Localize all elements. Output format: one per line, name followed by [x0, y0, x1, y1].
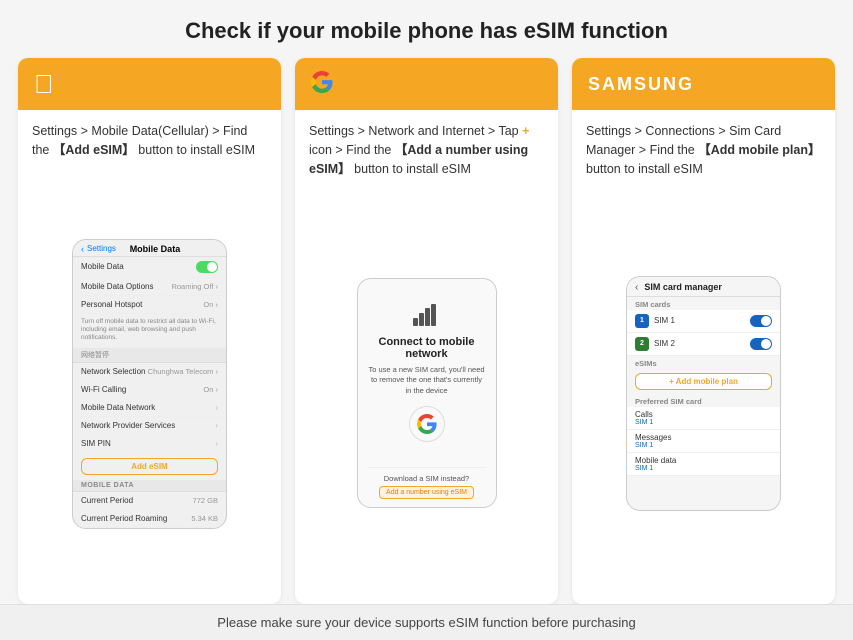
messages-label: Messages — [635, 433, 772, 442]
network-section-header: 网络暂停 — [73, 348, 226, 363]
connect-title: Connect to mobile network — [368, 336, 486, 360]
apple-screen-area: ‹ Settings Mobile Data Mobile Data Mobil… — [18, 168, 281, 605]
mobile-data-options-label: Mobile Data Options — [81, 282, 153, 291]
add-mobile-plan-button[interactable]: + Add mobile plan — [635, 373, 772, 390]
samsung-topbar: ‹ SIM card manager — [627, 277, 780, 297]
add-esim-button[interactable]: Add eSIM — [81, 458, 218, 475]
network-selection-label: Network Selection — [81, 367, 145, 376]
apple-card:  Settings > Mobile Data(Cellular) > Fin… — [18, 58, 281, 604]
sim-cards-section-header: SIM cards — [627, 297, 780, 310]
mobile-data-options-value: Roaming Off › — [171, 282, 218, 291]
mobile-data-section-title: MOBILE DATA — [73, 480, 226, 492]
add-number-using-esim-button[interactable]: Add a number using eSIM — [379, 486, 474, 499]
mobile-data-item: Mobile Data — [73, 257, 226, 278]
download-sim-text: Download a SIM instead? — [384, 474, 469, 483]
apple-card-header:  — [18, 58, 281, 110]
google-logo-circle — [409, 406, 445, 442]
sim-pin-arrow: › — [215, 439, 218, 448]
samsung-brand-text: SAMSUNG — [588, 74, 694, 95]
current-period-roaming-item: Current Period Roaming 5.34 KB — [73, 510, 226, 528]
info-text: Turn off mobile data to restrict all dat… — [81, 318, 218, 343]
cards-container:  Settings > Mobile Data(Cellular) > Fin… — [0, 58, 853, 604]
footer-text: Please make sure your device supports eS… — [217, 615, 635, 630]
google-phone-mockup: Connect to mobile network To use a new S… — [357, 278, 497, 508]
mobile-data-preferred-label: Mobile data — [635, 456, 772, 465]
current-period-roaming-value: 5.34 KB — [191, 514, 218, 523]
messages-sublabel: SIM 1 — [635, 442, 772, 449]
google-screen-area: Connect to mobile network To use a new S… — [295, 186, 558, 604]
network-provider-label: Network Provider Services — [81, 421, 175, 430]
mobile-data-network-label: Mobile Data Network — [81, 403, 155, 412]
network-provider-item: Network Provider Services › — [73, 417, 226, 435]
calls-label: Calls — [635, 410, 772, 419]
personal-hotspot-value: On › — [203, 300, 218, 309]
samsung-back-arrow-icon: ‹ — [635, 282, 638, 293]
sim1-icon: 1 — [635, 314, 649, 328]
wifi-calling-item: Wi-Fi Calling On › — [73, 381, 226, 399]
messages-preferred-item: Messages SIM 1 — [627, 430, 780, 453]
apple-phone-mockup: ‹ Settings Mobile Data Mobile Data Mobil… — [72, 239, 227, 529]
sim2-item: 2 SIM 2 — [627, 333, 780, 356]
sim-pin-label: SIM PIN — [81, 439, 111, 448]
apple-topbar: ‹ Settings Mobile Data — [73, 240, 226, 257]
mobile-data-network-arrow: › — [215, 403, 218, 412]
google-card-header — [295, 58, 558, 110]
sim1-toggle[interactable] — [750, 315, 772, 327]
mobile-data-options-item: Mobile Data Options Roaming Off › — [73, 278, 226, 296]
calls-sublabel: SIM 1 — [635, 419, 772, 426]
google-download-area: Download a SIM instead? Add a number usi… — [368, 467, 486, 499]
mobile-data-preferred-sublabel: SIM 1 — [635, 465, 772, 472]
preferred-sim-section-header: Preferred SIM card — [627, 394, 780, 407]
current-period-label: Current Period — [81, 496, 133, 505]
current-period-item: Current Period 772 GB — [73, 492, 226, 510]
signal-bars-icon — [413, 302, 441, 332]
sim1-item: 1 SIM 1 — [627, 310, 780, 333]
samsung-card-desc: Settings > Connections > Sim Card Manage… — [572, 110, 835, 186]
mobile-data-toggle[interactable] — [196, 261, 218, 273]
back-label: Settings — [87, 244, 116, 253]
samsung-card: SAMSUNG Settings > Connections > Sim Car… — [572, 58, 835, 604]
sim1-row: 1 SIM 1 — [635, 314, 675, 328]
sim2-icon: 2 — [635, 337, 649, 351]
network-selection-value: Chunghwa Telecom › — [148, 367, 218, 376]
google-icon — [311, 71, 333, 98]
wifi-calling-label: Wi-Fi Calling — [81, 385, 126, 394]
samsung-phone-mockup: ‹ SIM card manager SIM cards 1 SIM 1 2 S… — [626, 276, 781, 511]
mobile-data-network-item: Mobile Data Network › — [73, 399, 226, 417]
apple-page-title: Mobile Data — [130, 244, 181, 254]
sim2-row: 2 SIM 2 — [635, 337, 675, 351]
current-period-roaming-label: Current Period Roaming — [81, 514, 167, 523]
esims-section-header: eSIMs — [627, 356, 780, 369]
page-title: Check if your mobile phone has eSIM func… — [185, 0, 668, 58]
samsung-screen-area: ‹ SIM card manager SIM cards 1 SIM 1 2 S… — [572, 186, 835, 604]
current-period-value: 772 GB — [193, 496, 218, 505]
apple-icon:  — [34, 69, 54, 100]
info-text-item: Turn off mobile data to restrict all dat… — [73, 314, 226, 348]
calls-preferred-item: Calls SIM 1 — [627, 407, 780, 430]
connect-desc: To use a new SIM card, you'll need to re… — [368, 365, 486, 397]
back-arrow-icon: ‹ — [81, 244, 84, 254]
samsung-page-title: SIM card manager — [644, 282, 722, 292]
wifi-calling-value: On › — [203, 385, 218, 394]
personal-hotspot-item: Personal Hotspot On › — [73, 296, 226, 314]
network-selection-item: Network Selection Chunghwa Telecom › — [73, 363, 226, 381]
apple-card-desc: Settings > Mobile Data(Cellular) > Find … — [18, 110, 281, 168]
sim1-label: SIM 1 — [654, 316, 675, 325]
sim2-label: SIM 2 — [654, 339, 675, 348]
google-card: Settings > Network and Internet > Tap + … — [295, 58, 558, 604]
footer-bar: Please make sure your device supports eS… — [0, 604, 853, 640]
sim-pin-item: SIM PIN › — [73, 435, 226, 453]
network-provider-arrow: › — [215, 421, 218, 430]
mobile-data-label: Mobile Data — [81, 262, 124, 271]
personal-hotspot-label: Personal Hotspot — [81, 300, 142, 309]
mobile-data-preferred-item: Mobile data SIM 1 — [627, 453, 780, 476]
google-card-desc: Settings > Network and Internet > Tap + … — [295, 110, 558, 186]
samsung-card-header: SAMSUNG — [572, 58, 835, 110]
sim2-toggle[interactable] — [750, 338, 772, 350]
